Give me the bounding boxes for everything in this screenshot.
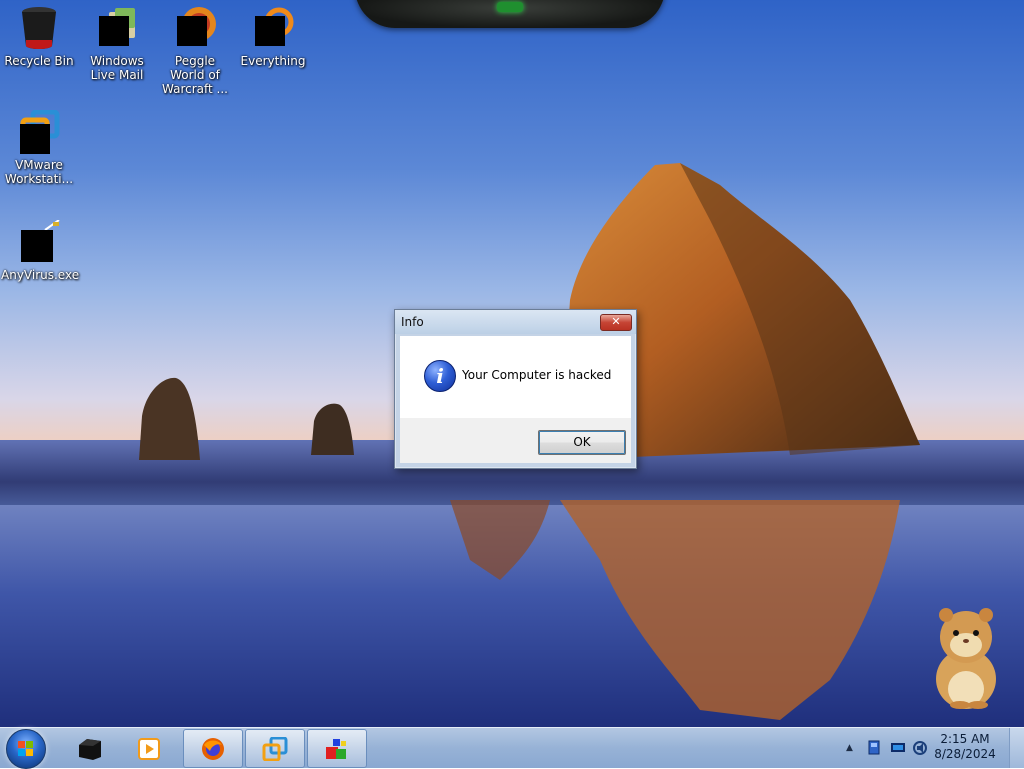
dialog-title: Info [401, 315, 424, 329]
firefox-icon [202, 738, 224, 760]
windows-logo-icon [18, 741, 33, 756]
desktop-icon-everything[interactable]: Everything [234, 6, 312, 68]
vmware-icon [17, 109, 61, 154]
taskbar-item-firefox[interactable] [183, 729, 243, 768]
desktop-icon-label: VMware Workstati... [4, 158, 74, 186]
system-tray: ▲ 2:15 AM 8/28/2024 [844, 728, 1024, 768]
desktop-icon-anyvirus[interactable]: AnyVirus.exe [0, 219, 80, 282]
desktop-icon-label: Windows Live Mail [90, 54, 144, 82]
ok-button[interactable]: OK [538, 430, 626, 455]
gadget-indicator-light [497, 2, 523, 12]
volume-icon[interactable] [912, 740, 928, 756]
info-icon: i [424, 360, 456, 392]
taskbar-clock[interactable]: 2:15 AM 8/28/2024 [930, 732, 1000, 762]
executable-icon [17, 219, 61, 264]
close-icon: ✕ [611, 315, 621, 328]
taskbar-item-media-player[interactable] [120, 729, 180, 768]
vmware-icon [262, 737, 288, 761]
wallpaper-sea-stack-left [139, 377, 200, 460]
desktop-icon-vmware[interactable]: VMware Workstati... [0, 109, 78, 186]
taskbar-item-black-app[interactable] [60, 729, 120, 768]
wallpaper-reflection [450, 500, 900, 720]
desktop-icon-label: Everything [240, 54, 306, 68]
dialog-message: Your Computer is hacked [462, 368, 612, 382]
show-desktop-button[interactable] [1009, 728, 1024, 768]
app-cubes-icon [326, 739, 346, 759]
show-hidden-icons-button[interactable]: ▲ [846, 743, 853, 753]
clock-date: 8/28/2024 [934, 747, 996, 761]
display-icon[interactable] [890, 740, 906, 756]
desktop-icon-windows-live-mail[interactable]: Windows Live Mail [78, 6, 156, 82]
wallpaper-sea-stack-mid [311, 403, 354, 455]
desktop-icon-label: AnyVirus.exe [1, 268, 80, 282]
dialog-titlebar[interactable]: Info ✕ [395, 310, 636, 334]
desktop-icon-label: Recycle Bin [4, 54, 74, 68]
clock-time: 2:15 AM [940, 732, 990, 746]
hamster-gadget[interactable] [922, 603, 1008, 711]
peggle-icon [173, 6, 217, 50]
desktop-icon-label: Peggle World of Warcraft ... [162, 54, 228, 96]
desktop-icon-peggle[interactable]: Peggle World of Warcraft ... [156, 6, 234, 96]
black-app-icon [79, 739, 101, 760]
dialog-body: i Your Computer is hacked [400, 336, 631, 418]
media-player-icon [138, 738, 160, 760]
taskbar-item-vmware[interactable] [245, 729, 305, 768]
taskbar-item-cubes-app[interactable] [307, 729, 367, 768]
dialog-footer: OK [400, 418, 631, 463]
mail-icon [95, 6, 139, 50]
close-button[interactable]: ✕ [600, 314, 632, 331]
info-dialog[interactable]: Info ✕ i Your Computer is hacked OK [394, 309, 637, 469]
recycle-bin-icon [17, 6, 61, 50]
search-app-icon [251, 6, 295, 50]
start-button[interactable] [6, 729, 46, 769]
taskbar: ▲ 2:15 AM 8/28/2024 [0, 727, 1024, 769]
desktop-icon-recycle-bin[interactable]: Recycle Bin [0, 6, 78, 68]
network-icon[interactable] [866, 740, 882, 756]
desktop-top-gadget[interactable] [355, 0, 665, 28]
